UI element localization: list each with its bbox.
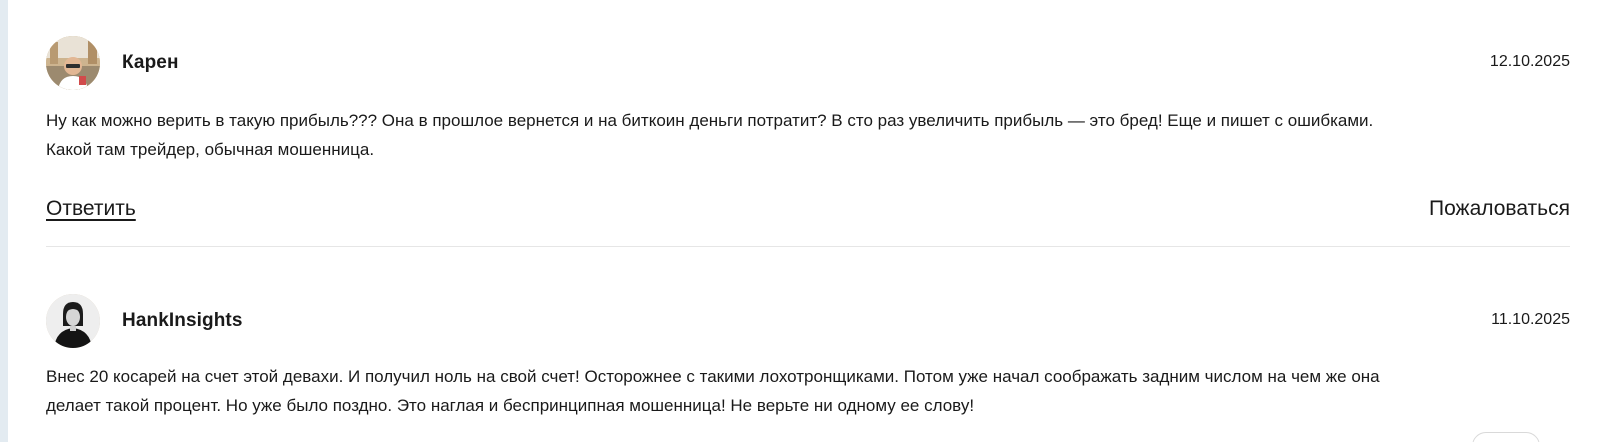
- comments-page: Карен 12.10.2025 Ну как можно верить в т…: [0, 0, 1600, 442]
- comment-date: 12.10.2025: [1489, 53, 1570, 70]
- reply-link[interactable]: Ответить: [46, 197, 136, 221]
- comment-item: Карен 12.10.2025 Ну как можно верить в т…: [46, 36, 1570, 227]
- comment-divider: [46, 246, 1570, 247]
- comment-item: HankInsights 11.10.2025 Внес 20 косарей …: [46, 294, 1570, 420]
- comment-text: Внес 20 косарей на счет этой девахи. И п…: [46, 362, 1570, 420]
- comment-header: Карен 12.10.2025: [46, 36, 1570, 92]
- avatar[interactable]: [46, 36, 100, 90]
- report-button[interactable]: Пожаловаться: [1429, 197, 1570, 221]
- left-accent-rail: [0, 0, 8, 442]
- comment-date: 11.10.2025: [1491, 311, 1570, 328]
- comment-actions: Ответить Пожаловаться: [46, 197, 1570, 227]
- partial-action-button[interactable]: [1472, 432, 1540, 442]
- comment-text: Ну как можно верить в такую прибыль??? О…: [46, 106, 1570, 164]
- comment-author: HankInsights: [122, 310, 243, 331]
- avatar-photo-icon: [46, 294, 100, 348]
- comment-header: HankInsights 11.10.2025: [46, 294, 1570, 350]
- comment-text-line: Внес 20 косарей на счет этой девахи. И п…: [46, 367, 1380, 386]
- comment-author: Карен: [122, 52, 179, 73]
- comment-text-line: Ну как можно верить в такую прибыль??? О…: [46, 111, 1374, 130]
- comment-text-line: Какой там трейдер, обычная мошенница.: [46, 140, 375, 159]
- avatar-photo-icon: [46, 36, 100, 90]
- avatar[interactable]: [46, 294, 100, 348]
- comment-text-line: делает такой процент. Но уже было поздно…: [46, 396, 975, 415]
